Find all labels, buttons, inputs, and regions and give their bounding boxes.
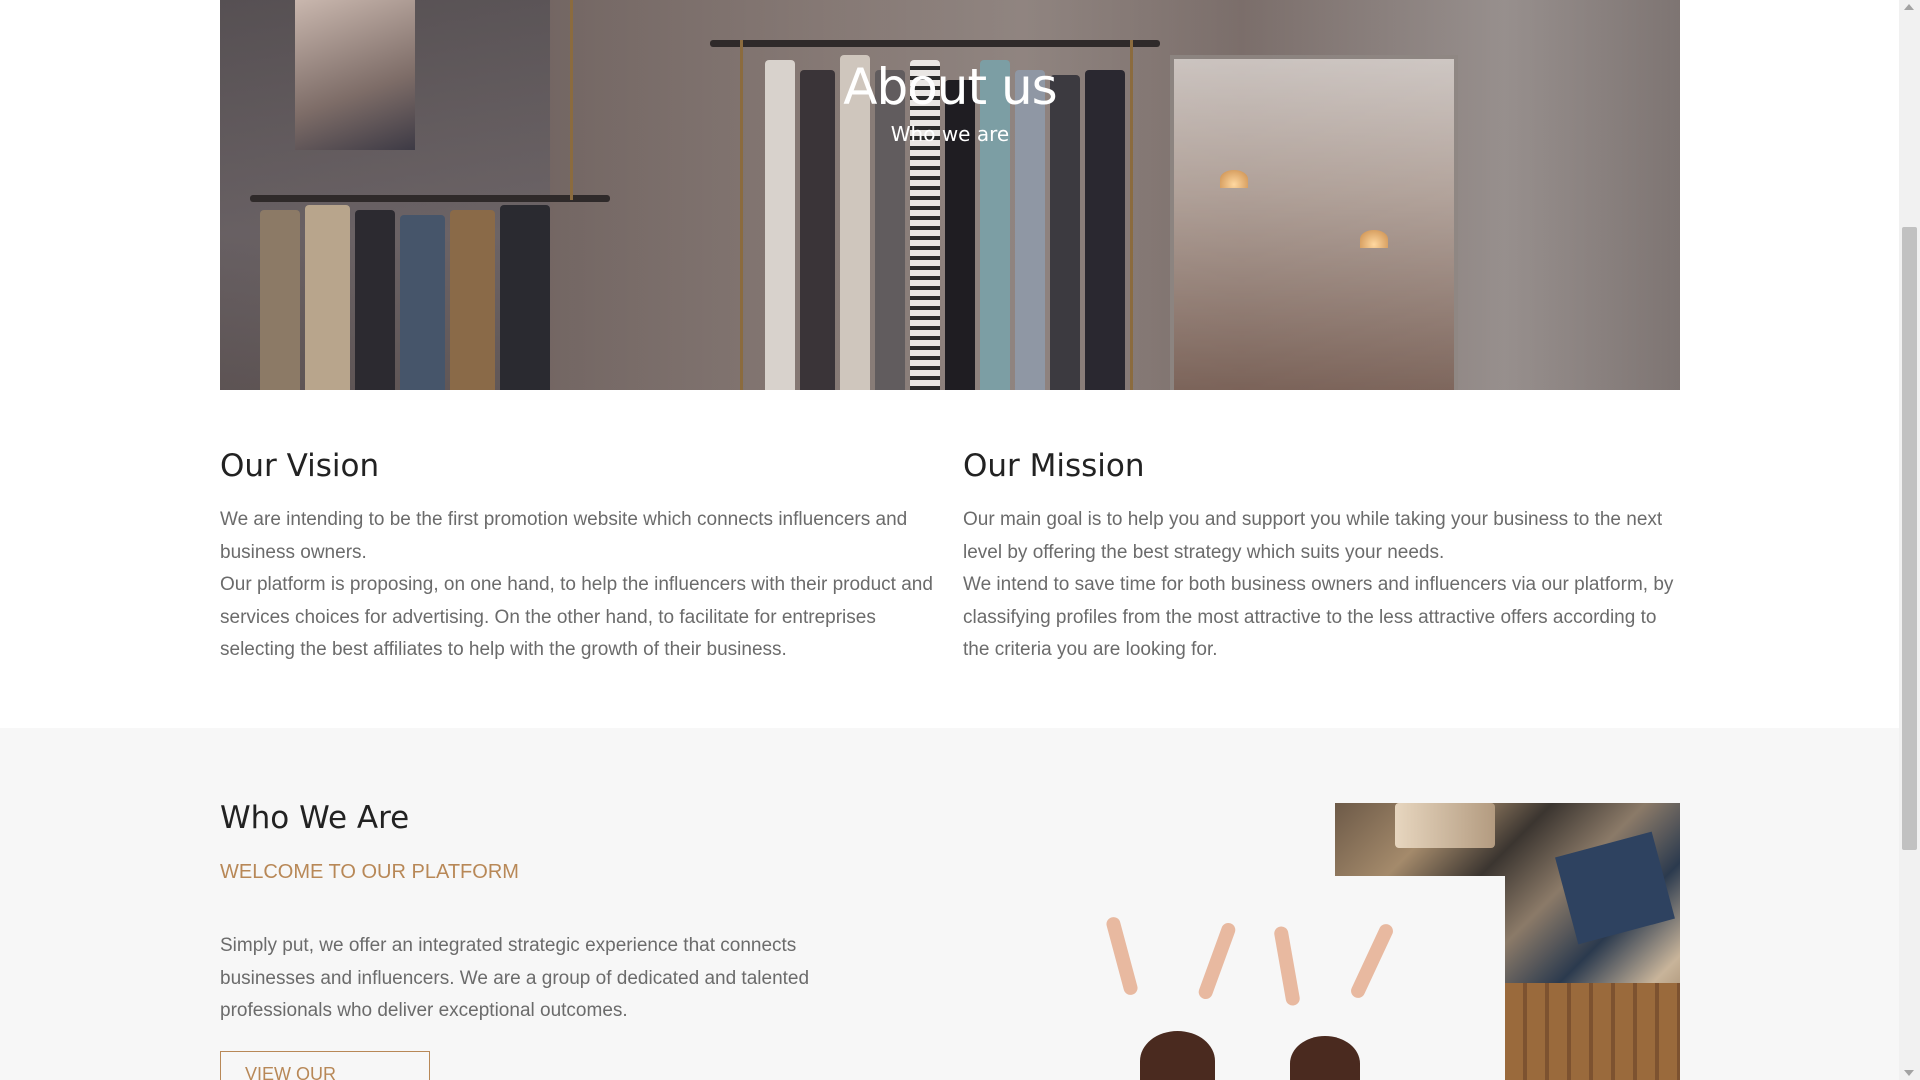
vision-heading: Our Vision — [220, 448, 380, 484]
hero-image-garment — [875, 70, 905, 390]
image-person — [1140, 1031, 1215, 1080]
who-we-are-section: Who We Are WELCOME TO OUR PLATFORM Simpl… — [0, 728, 1899, 1080]
image-arm — [1196, 921, 1238, 1001]
hero-image-lamp — [1220, 170, 1248, 188]
mission-heading: Our Mission — [963, 448, 1145, 484]
flatlay-floor — [1505, 983, 1680, 1080]
vision-text: We are intending to be the first promoti… — [220, 504, 940, 667]
flatlay-sweater — [1395, 803, 1495, 848]
page-scrollbar[interactable] — [1899, 0, 1920, 1080]
hero-image-rail — [250, 195, 610, 202]
mission-paragraph-1: Our main goal is to help you and support… — [963, 509, 1663, 563]
image-arm — [1348, 921, 1396, 1001]
hero-image-rail — [710, 40, 1160, 47]
page: About us Who we are Our Vision We are in… — [0, 0, 1899, 1080]
hero-image-garment — [1085, 70, 1125, 390]
page-title: About us — [843, 58, 1057, 116]
hero-image-garment — [800, 70, 835, 390]
scrollbar-thumb[interactable] — [1902, 227, 1917, 850]
view-our-news-button[interactable]: VIEW OUR NEWS⟶ — [220, 1051, 430, 1080]
hero-banner: About us Who we are — [220, 0, 1680, 390]
mission-text: Our main goal is to help you and support… — [963, 504, 1683, 667]
image-arm — [1104, 915, 1140, 997]
image-person — [1290, 1036, 1360, 1080]
hero-image-lamp — [1360, 230, 1388, 248]
image-backdrop — [990, 802, 1335, 852]
hero-image-garment — [355, 210, 395, 390]
hero-image-garment — [1015, 70, 1045, 390]
vision-paragraph-2: Our platform is proposing, on one hand, … — [220, 574, 933, 660]
who-we-are-heading: Who We Are — [220, 800, 410, 836]
image-arm — [1273, 925, 1301, 1007]
vision-section: Our Vision We are intending to be the fi… — [220, 448, 940, 667]
who-we-are-description: Simply put, we offer an integrated strat… — [220, 935, 810, 1021]
hero-image-garment — [400, 215, 445, 390]
hero-image-garment — [500, 205, 550, 390]
vision-paragraph-1: We are intending to be the first promoti… — [220, 509, 908, 563]
scroll-up-icon[interactable] — [1904, 4, 1914, 10]
who-we-are-kicker: WELCOME TO OUR PLATFORM — [220, 861, 519, 883]
page-subtitle: Who we are — [890, 122, 1010, 146]
hero-image-garment — [260, 210, 300, 390]
mission-paragraph-2: We intend to save time for both business… — [963, 574, 1674, 660]
friends-celebrating-image — [990, 876, 1505, 1080]
flatlay-jeans — [1555, 831, 1675, 945]
scroll-down-icon[interactable] — [1904, 1070, 1914, 1076]
hero-image-garment — [305, 205, 350, 390]
hero-image-garment — [450, 210, 495, 390]
mission-section: Our Mission Our main goal is to help you… — [963, 448, 1683, 667]
view-our-news-label: VIEW OUR NEWS — [245, 1064, 337, 1080]
